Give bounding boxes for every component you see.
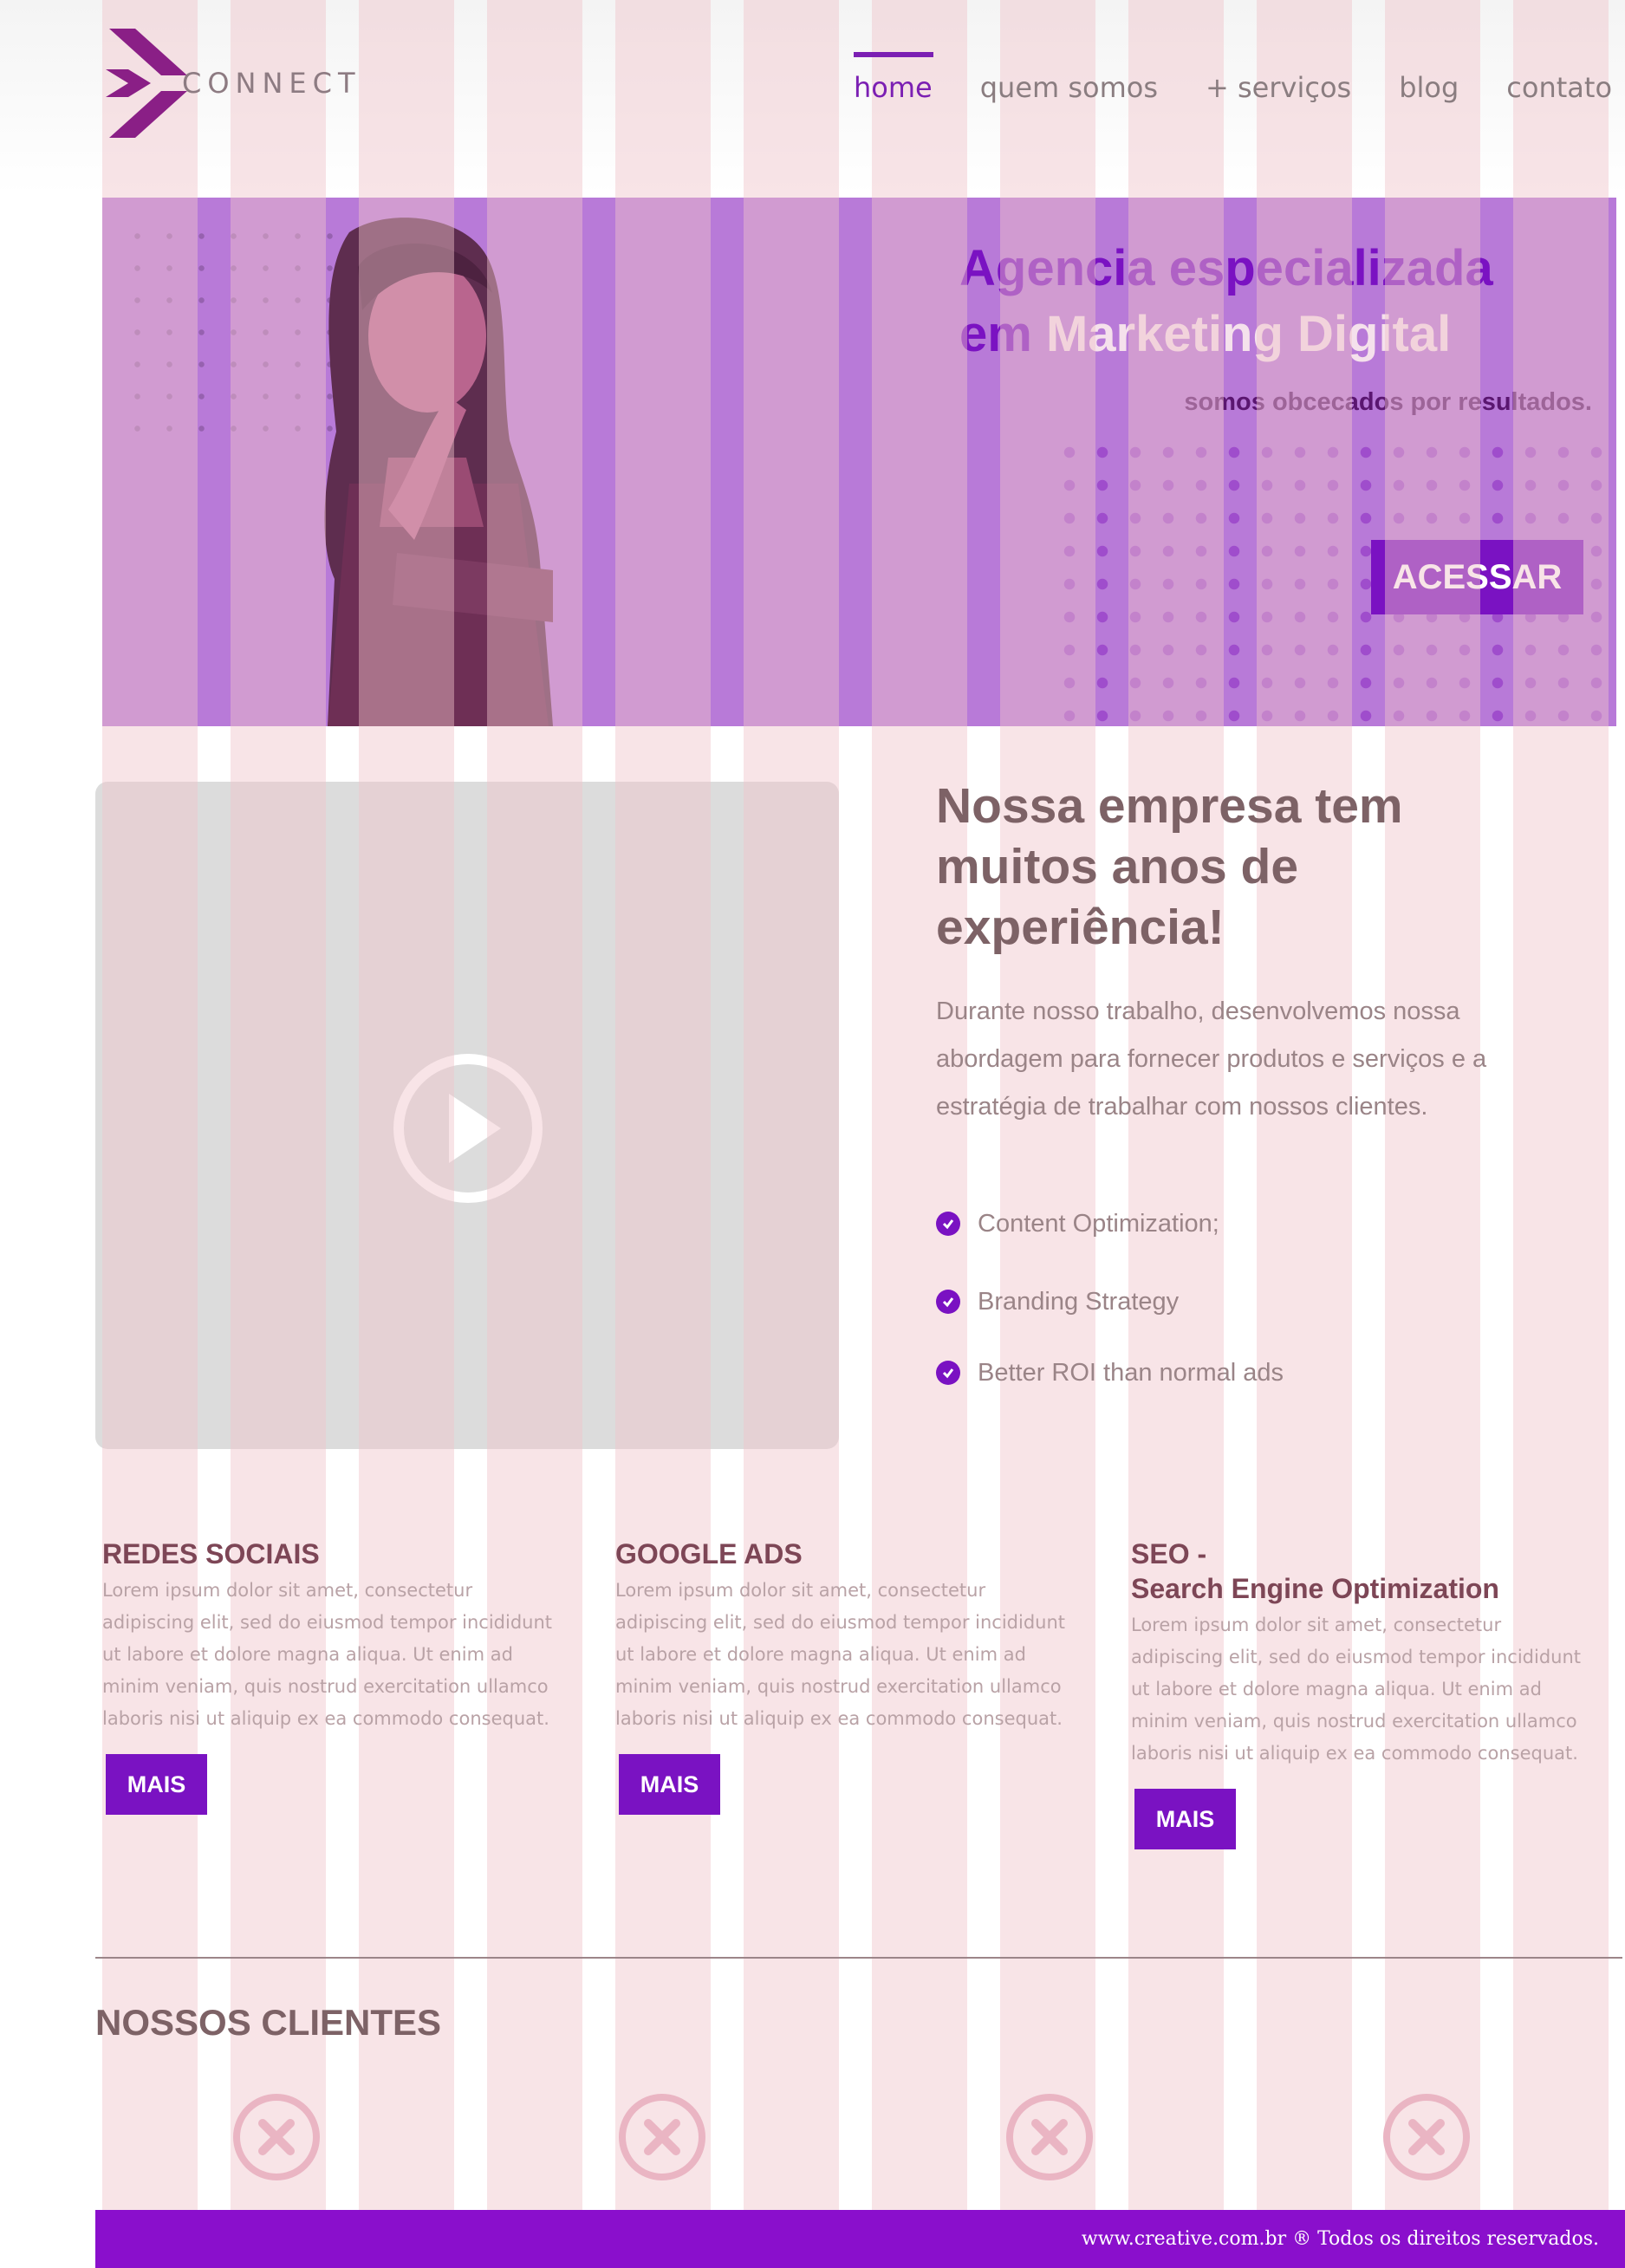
more-button[interactable]: MAIS <box>106 1754 207 1815</box>
check-icon <box>936 1212 960 1236</box>
more-button[interactable]: MAIS <box>619 1754 720 1815</box>
service-description: Lorem ipsum dolor sit amet, consectetur … <box>1131 1615 1582 1764</box>
hero-title-prefix: em <box>959 306 1046 362</box>
service-description: Lorem ipsum dolor sit amet, consectetur … <box>102 1580 553 1729</box>
nav-item-servicos[interactable]: + serviços <box>1206 52 1351 121</box>
hero-title: Agencia especializada em Marketing Digit… <box>959 236 1583 367</box>
feature-item: Better ROI than normal ads <box>936 1355 1284 1390</box>
service-title: REDES SOCIAIS <box>102 1538 320 1569</box>
feature-label: Branding Strategy <box>978 1287 1180 1316</box>
service-seo: SEO - Search Engine Optimization Lorem i… <box>1131 1537 1582 1849</box>
service-description: Lorem ipsum dolor sit amet, consectetur … <box>615 1580 1066 1729</box>
feature-label: Content Optimization; <box>978 1209 1219 1238</box>
service-redes-sociais: REDES SOCIAIS Lorem ipsum dolor sit amet… <box>102 1537 553 1815</box>
client-logo-placeholder-icon <box>619 2094 705 2180</box>
hero-subtitle: somos obcecados por resultados. <box>1184 388 1592 416</box>
logo-text: CONNECT <box>182 67 361 100</box>
play-icon[interactable] <box>390 1050 546 1206</box>
service-title: GOOGLE ADS <box>615 1538 803 1569</box>
video-player[interactable] <box>95 782 839 1449</box>
access-button[interactable]: ACESSAR <box>1371 540 1583 614</box>
nav-item-quem-somos[interactable]: quem somos <box>980 52 1158 121</box>
check-icon <box>936 1361 960 1385</box>
feature-label: Better ROI than normal ads <box>978 1358 1284 1387</box>
about-title: Nossa empresa tem muitos anos de experiê… <box>936 778 1403 955</box>
main-nav: home quem somos + serviços blog contato <box>854 52 1625 121</box>
section-divider <box>95 1957 1622 1959</box>
nav-item-home[interactable]: home <box>854 52 933 121</box>
service-title-line1: SEO - <box>1131 1538 1207 1569</box>
hero-title-highlight: Marketing Digital <box>1045 306 1452 362</box>
logo[interactable]: CONNECT <box>102 22 362 147</box>
feature-item: Content Optimization; <box>936 1206 1284 1241</box>
service-title: SEO - Search Engine Optimization <box>1131 1537 1582 1606</box>
client-logo-placeholder-icon <box>1383 2094 1470 2180</box>
feature-item: Branding Strategy <box>936 1284 1284 1319</box>
more-button[interactable]: MAIS <box>1134 1789 1236 1849</box>
service-title-line2: Search Engine Optimization <box>1131 1573 1499 1604</box>
client-logo-placeholder-icon <box>233 2094 320 2180</box>
clients-title: NOSSOS CLIENTES <box>95 2002 442 2043</box>
check-icon <box>936 1290 960 1314</box>
connect-logo-icon <box>106 29 187 138</box>
service-google-ads: GOOGLE ADS Lorem ipsum dolor sit amet, c… <box>615 1537 1066 1815</box>
hero-title-line1: Agencia especializada <box>959 240 1493 296</box>
hero-woman-photo <box>324 218 553 726</box>
feature-list: Content Optimization; Branding Strategy … <box>936 1206 1284 1390</box>
nav-item-contato[interactable]: contato <box>1506 52 1612 121</box>
footer-copyright: www.creative.com.br ® Todos os direitos … <box>1081 2228 1599 2250</box>
about-text: Durante nosso trabalho, desenvolvemos no… <box>936 998 1487 1121</box>
client-logo-placeholder-icon <box>1006 2094 1093 2180</box>
hero-banner: Agencia especializada em Marketing Digit… <box>102 198 1616 726</box>
footer: www.creative.com.br ® Todos os direitos … <box>95 2210 1625 2268</box>
nav-item-blog[interactable]: blog <box>1399 52 1459 121</box>
